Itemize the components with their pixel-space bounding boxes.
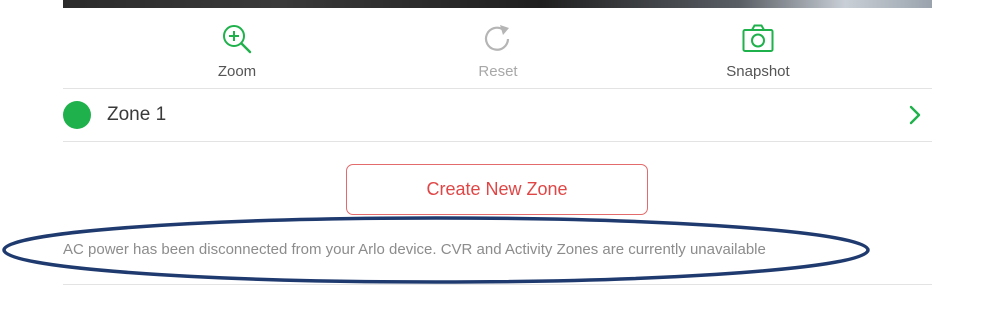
zoom-label: Zoom (217, 63, 257, 80)
refresh-icon (484, 25, 510, 51)
camera-icon (742, 24, 774, 52)
reset-label: Reset (478, 63, 518, 80)
zone-label: Zone 1 (107, 104, 167, 125)
zone-list-item[interactable]: Zone 1 (63, 89, 932, 141)
snapshot-button[interactable]: Snapshot (688, 8, 828, 88)
chevron-right-icon (909, 105, 921, 125)
activity-zones-screen: Zoom Reset Snapshot Zone 1 Create New Zo… (0, 0, 999, 309)
reset-button[interactable]: Reset (428, 8, 568, 88)
divider-zone (63, 141, 932, 142)
zone-color-dot (63, 101, 91, 129)
power-disconnected-notice: AC power has been disconnected from your… (63, 241, 766, 258)
divider-bottom (63, 284, 932, 285)
create-new-zone-button[interactable]: Create New Zone (346, 164, 648, 215)
zone-toolbar: Zoom Reset Snapshot (63, 8, 932, 88)
snapshot-label: Snapshot (726, 63, 790, 80)
zoom-button[interactable]: Zoom (167, 8, 307, 88)
camera-preview (63, 0, 932, 8)
zoom-in-icon (223, 25, 252, 54)
